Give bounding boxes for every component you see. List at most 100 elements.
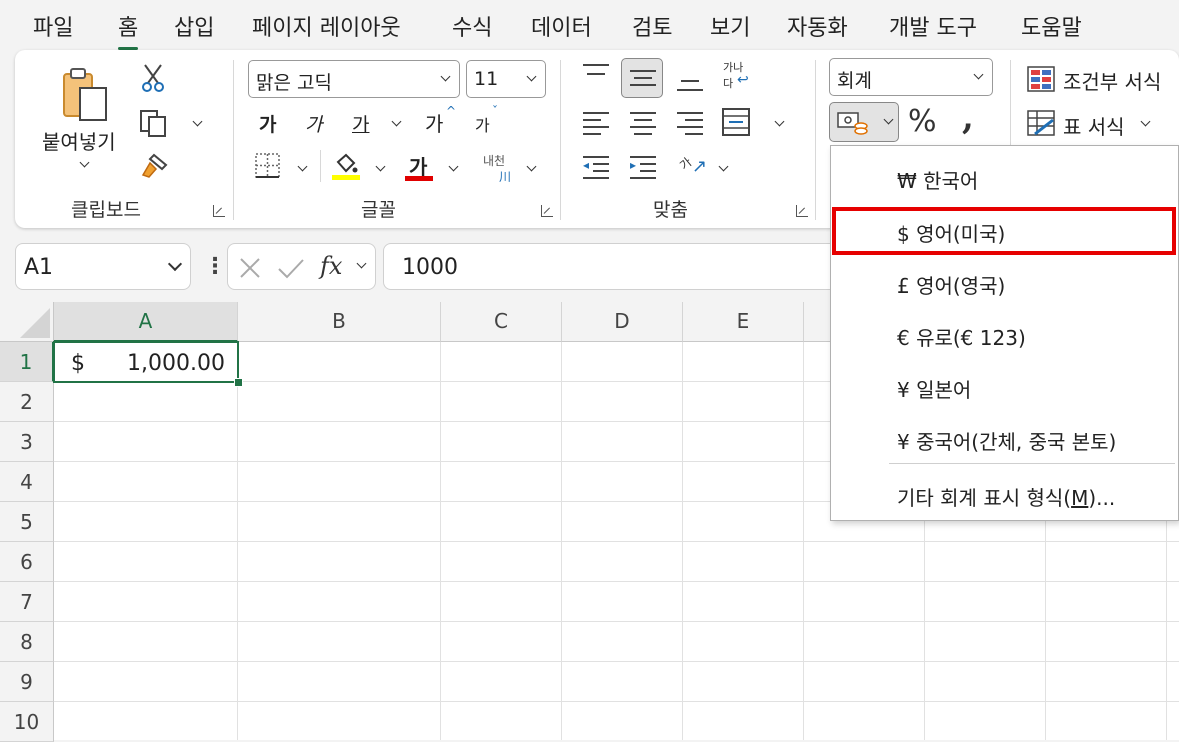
format-as-table-label[interactable]: 표 서식 [1063, 111, 1125, 140]
column-header-c[interactable]: C [441, 302, 562, 342]
row-header-2[interactable]: 2 [0, 382, 54, 422]
menu-item-korean[interactable]: ₩ 한국어 [831, 150, 1178, 202]
gridline [561, 342, 562, 740]
group-divider [815, 60, 816, 220]
align-middle-icon [630, 70, 656, 90]
underline-button[interactable]: 가 [352, 110, 369, 137]
row-header-9[interactable]: 9 [0, 662, 54, 702]
accounting-dropdown-icon [883, 114, 894, 125]
tab-review[interactable]: 검토 [632, 10, 672, 42]
column-header-b[interactable]: B [238, 302, 441, 342]
align-left-icon[interactable] [583, 112, 609, 135]
select-all-corner[interactable] [0, 302, 54, 342]
tab-home[interactable]: 홈 [118, 10, 139, 50]
menu-divider [889, 463, 1175, 464]
formula-controls: fx [227, 243, 376, 290]
align-top-icon[interactable] [583, 64, 609, 84]
row-header-8[interactable]: 8 [0, 622, 54, 662]
tab-file[interactable]: 파일 [33, 10, 73, 42]
number-format-select[interactable]: 회계 [829, 58, 993, 96]
gridline [54, 621, 1179, 622]
orientation-arrow-icon: ↗ [692, 156, 708, 177]
cell-a1-currency: $ [71, 351, 85, 376]
font-launcher-icon[interactable] [541, 205, 553, 217]
comma-style-button[interactable]: , [962, 98, 974, 138]
menu-item-label: € 유로(€ 123) [897, 326, 1026, 350]
merge-center-icon[interactable] [722, 108, 750, 140]
tab-insert[interactable]: 삽입 [174, 10, 214, 42]
menu-item-label: 기타 회계 표시 형식(M)... [897, 486, 1116, 510]
fill-handle[interactable] [234, 378, 243, 387]
paste-icon[interactable] [60, 66, 110, 122]
align-bottom-icon[interactable] [677, 72, 703, 92]
name-box-value: A1 [24, 255, 54, 280]
bold-button[interactable]: 가 [259, 110, 276, 137]
more-options-icon[interactable]: ⋮ [204, 254, 226, 279]
align-center-icon[interactable] [630, 112, 656, 135]
chevron-down-icon [973, 69, 984, 80]
tab-automate[interactable]: 자동화 [787, 10, 848, 42]
tab-help[interactable]: 도움말 [1021, 10, 1082, 42]
gridline [54, 581, 1179, 582]
tab-data[interactable]: 데이터 [531, 10, 592, 42]
align-right-icon[interactable] [677, 112, 703, 135]
paste-label[interactable]: 붙여넣기 [42, 126, 116, 155]
gridline [682, 342, 683, 740]
gridline [54, 701, 1179, 702]
grow-font-button[interactable]: 가 [425, 108, 443, 137]
phonetic-button[interactable]: 내천 [483, 152, 505, 169]
row-header-1[interactable]: 1 [0, 342, 54, 382]
font-group-label: 글꼴 [361, 199, 396, 221]
conditional-format-icon[interactable] [1027, 66, 1055, 96]
format-as-table-icon[interactable] [1027, 110, 1055, 140]
menu-item-euro[interactable]: € 유로(€ 123) [831, 307, 1178, 359]
group-divider [233, 60, 234, 220]
row-header-7[interactable]: 7 [0, 582, 54, 622]
cell-a1-value: 1,000.00 [127, 351, 225, 376]
row-header-5[interactable]: 5 [0, 502, 54, 542]
column-header-e[interactable]: E [683, 302, 804, 342]
cell-a1[interactable]: $ 1,000.00 [53, 341, 239, 383]
row-header-3[interactable]: 3 [0, 422, 54, 462]
font-name-select[interactable]: 맑은 고딕 [248, 60, 460, 98]
shrink-font-button[interactable]: 가 [475, 112, 490, 136]
cut-icon[interactable] [140, 63, 166, 97]
highlight-box [832, 207, 1176, 255]
chevron-down-icon [167, 256, 183, 272]
fill-color-icon[interactable] [332, 152, 360, 186]
font-size-select[interactable]: 11 [466, 60, 546, 98]
menu-item-label: £ 영어(영국) [897, 274, 1006, 298]
percent-style-button[interactable]: % [908, 104, 937, 139]
cancel-icon[interactable] [239, 257, 261, 279]
caret-up-icon: ^ [446, 104, 457, 118]
tab-formulas[interactable]: 수식 [452, 10, 492, 42]
alignment-launcher-icon[interactable] [796, 205, 808, 217]
tab-view[interactable]: 보기 [710, 10, 750, 42]
tab-developer[interactable]: 개발 도구 [889, 10, 977, 42]
chevron-down-icon[interactable] [356, 258, 367, 269]
menu-item-english-uk[interactable]: £ 영어(영국) [831, 255, 1178, 307]
column-header-a[interactable]: A [54, 302, 238, 342]
name-box[interactable]: A1 [15, 243, 191, 290]
borders-icon[interactable] [255, 153, 280, 178]
insert-function-icon[interactable]: fx [320, 252, 342, 280]
enter-check-icon[interactable] [277, 257, 305, 279]
menu-item-more-formats[interactable]: 기타 회계 표시 형식(M)... [831, 468, 1178, 520]
row-header-6[interactable]: 6 [0, 542, 54, 582]
menu-item-label: ¥ 일본어 [897, 378, 972, 402]
menu-item-japanese[interactable]: ¥ 일본어 [831, 359, 1178, 411]
row-header-4[interactable]: 4 [0, 462, 54, 502]
conditional-format-label[interactable]: 조건부 서식 [1063, 66, 1161, 95]
accounting-format-button[interactable] [829, 102, 899, 142]
row-header-10[interactable]: 10 [0, 702, 54, 742]
format-painter-icon[interactable] [140, 151, 170, 185]
menu-item-chinese[interactable]: ¥ 중국어(간체, 중국 본토) [831, 411, 1178, 463]
wrap-text-sub: 다 [723, 77, 734, 90]
copy-icon[interactable] [138, 108, 168, 142]
tab-page-layout[interactable]: 페이지 레이아웃 [252, 10, 401, 42]
column-header-d[interactable]: D [562, 302, 683, 342]
formula-value: 1000 [402, 255, 458, 280]
font-color-bar [405, 176, 433, 181]
clipboard-launcher-icon[interactable] [213, 205, 225, 217]
italic-button[interactable]: 가 [305, 110, 322, 137]
